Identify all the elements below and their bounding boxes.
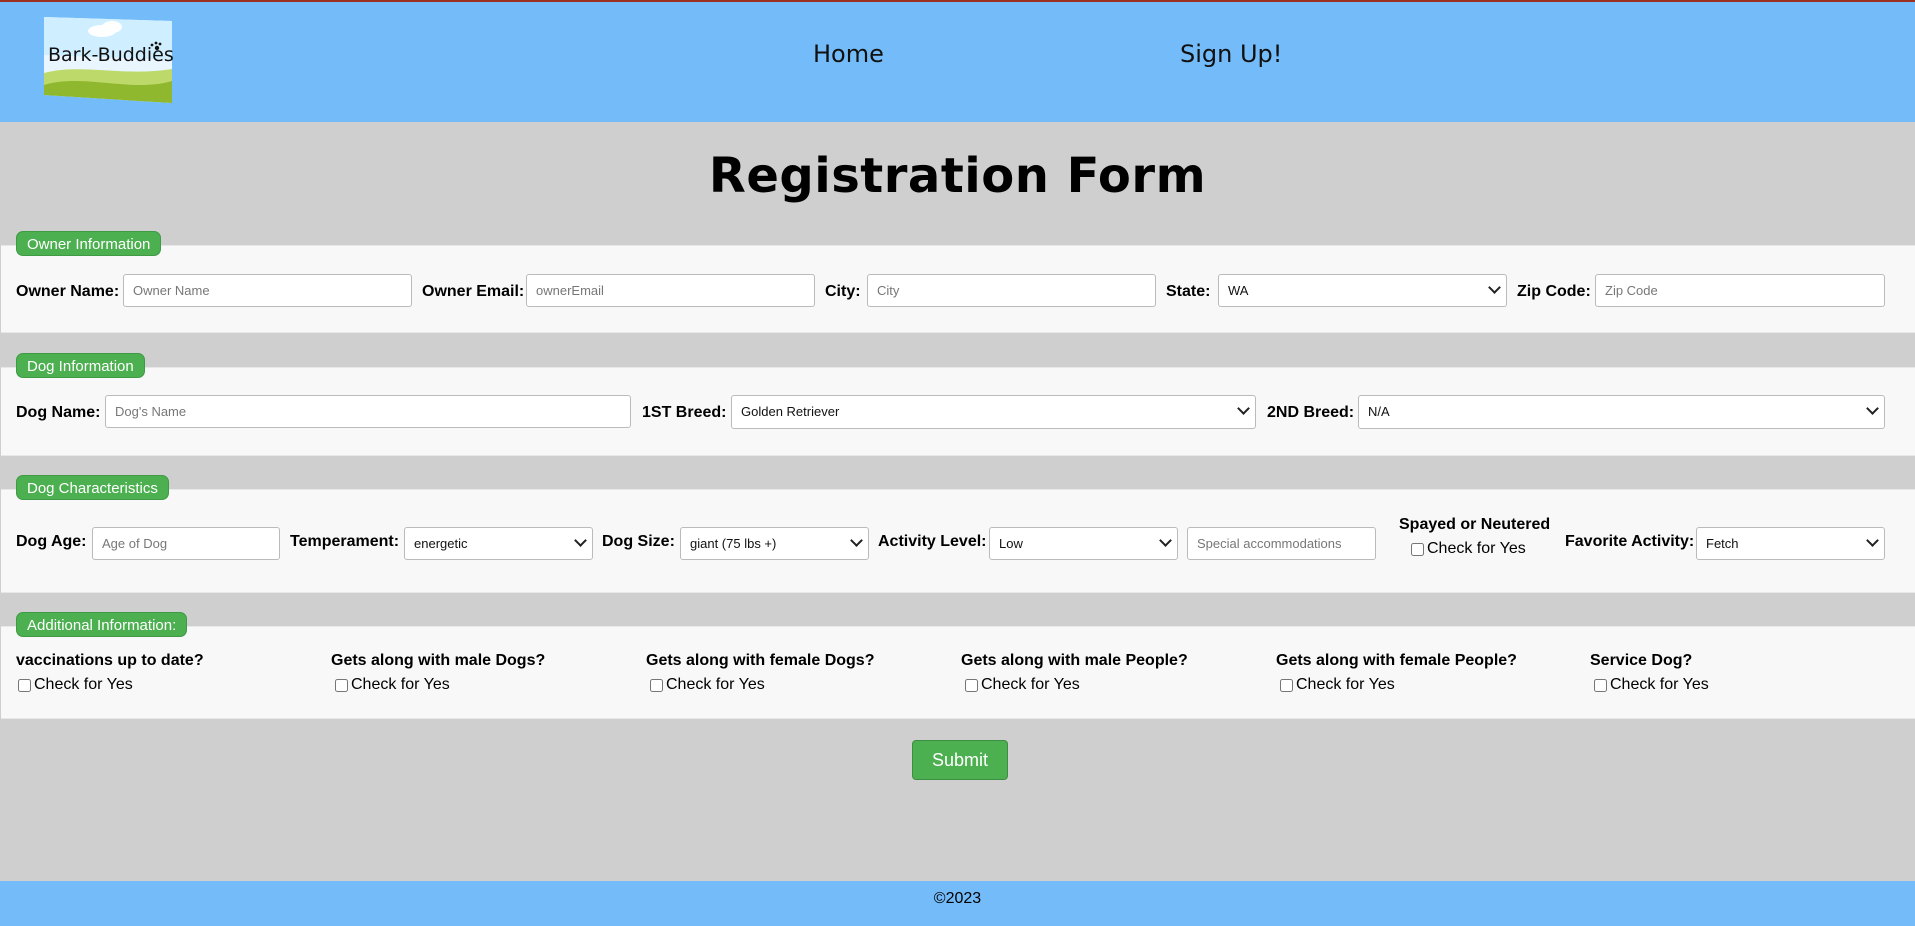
bark-buddies-logo[interactable]: Bark-Buddies	[42, 15, 174, 105]
additional-item: vaccinations up to date? Check for Yes	[16, 652, 204, 694]
dog-size-select[interactable]: giant (75 lbs +)	[680, 527, 869, 560]
copyright-text: ©2023	[933, 890, 982, 907]
activity-level-select-value[interactable]: Low	[989, 527, 1178, 560]
activity-level-select[interactable]: Low	[989, 527, 1178, 560]
service-dog-checkbox[interactable]	[1594, 678, 1607, 692]
additional-check-text: Check for Yes	[981, 676, 1080, 693]
site-footer: ©2023	[0, 881, 1915, 926]
favorite-activity-select-value[interactable]: Fetch	[1696, 527, 1885, 560]
favorite-activity-label: Favorite Activity:	[1565, 533, 1695, 550]
additional-check-text: Check for Yes	[1610, 676, 1709, 693]
favorite-activity-select[interactable]: Fetch	[1696, 527, 1885, 560]
additional-information-section: vaccinations up to date? Check for Yes G…	[1, 626, 1915, 719]
additional-question: Service Dog?	[1590, 652, 1693, 669]
temperament-label: Temperament:	[290, 533, 400, 550]
second-breed-label: 2ND Breed:	[1267, 404, 1355, 421]
temperament-select-value[interactable]: energetic	[404, 527, 593, 560]
nav-home-link[interactable]: Home	[813, 40, 884, 68]
additional-item: Gets along with male People? Check for Y…	[961, 652, 1188, 694]
state-label: State:	[1166, 283, 1211, 300]
city-label: City:	[825, 283, 861, 300]
spayed-neutered-checkbox[interactable]	[1411, 542, 1424, 556]
additional-question: Gets along with female Dogs?	[646, 652, 875, 669]
first-breed-select[interactable]: Golden Retriever	[731, 395, 1256, 429]
additional-item: Gets along with female People? Check for…	[1276, 652, 1517, 694]
additional-checkbox-row[interactable]: Check for Yes	[965, 676, 1188, 694]
dog-characteristics-section: Dog Age: Temperament: energetic Dog Size…	[1, 489, 1915, 593]
city-input[interactable]	[867, 274, 1156, 307]
additional-question: Gets along with male People?	[961, 652, 1188, 669]
temperament-select[interactable]: energetic	[404, 527, 593, 560]
spayed-neutered-label: Spayed or Neutered	[1399, 516, 1551, 533]
owner-name-label: Owner Name:	[16, 283, 120, 300]
additional-checkbox-row[interactable]: Check for Yes	[18, 676, 204, 694]
first-breed-label: 1ST Breed:	[642, 404, 727, 421]
owner-email-input[interactable]	[526, 274, 815, 307]
additional-item: Gets along with male Dogs? Check for Yes	[331, 652, 545, 694]
additional-checkbox-row[interactable]: Check for Yes	[1280, 676, 1517, 694]
female-dogs-checkbox[interactable]	[650, 678, 663, 692]
state-select-value[interactable]: WA	[1218, 274, 1507, 307]
activity-level-label: Activity Level:	[878, 533, 987, 550]
additional-check-text: Check for Yes	[351, 676, 450, 693]
male-dogs-checkbox[interactable]	[335, 678, 348, 692]
additional-question: Gets along with female People?	[1276, 652, 1517, 669]
second-breed-select-value[interactable]: N/A	[1358, 395, 1885, 429]
state-select[interactable]: WA	[1218, 274, 1507, 307]
male-people-checkbox[interactable]	[965, 678, 978, 692]
additional-question: Gets along with male Dogs?	[331, 652, 546, 669]
additional-item: Service Dog? Check for Yes	[1590, 652, 1709, 694]
zip-code-input[interactable]	[1595, 274, 1885, 307]
dog-size-select-value[interactable]: giant (75 lbs +)	[680, 527, 869, 560]
additional-checkbox-row[interactable]: Check for Yes	[650, 676, 874, 694]
special-accommodations-input[interactable]	[1187, 527, 1376, 560]
additional-check-text: Check for Yes	[1296, 676, 1395, 693]
additional-check-text: Check for Yes	[666, 676, 765, 693]
logo-text: Bark-Buddies	[48, 44, 174, 66]
submit-button[interactable]: Submit	[912, 740, 1008, 780]
owner-name-input[interactable]	[123, 274, 412, 307]
dog-age-label: Dog Age:	[16, 533, 87, 550]
dog-characteristics-legend: Dog Characteristics	[16, 475, 169, 500]
dog-name-label: Dog Name:	[16, 404, 101, 421]
owner-information-section: Owner Name: Owner Email: City: State: WA…	[1, 245, 1915, 333]
owner-email-label: Owner Email:	[422, 283, 525, 300]
nav-signup-link[interactable]: Sign Up!	[1180, 40, 1282, 68]
first-breed-select-value[interactable]: Golden Retriever	[731, 395, 1256, 429]
dog-information-section: Dog Name: 1ST Breed: Golden Retriever 2N…	[1, 367, 1915, 456]
dog-size-label: Dog Size:	[602, 533, 675, 550]
spayed-neutered-checkbox-row[interactable]: Check for Yes	[1411, 540, 1526, 558]
dog-information-legend: Dog Information	[16, 353, 145, 378]
additional-check-text: Check for Yes	[34, 676, 133, 693]
dog-name-input[interactable]	[105, 395, 631, 428]
vaccinations-checkbox[interactable]	[18, 678, 31, 692]
dog-age-input[interactable]	[92, 527, 280, 560]
additional-information-legend: Additional Information:	[16, 612, 188, 637]
additional-checkbox-row[interactable]: Check for Yes	[1594, 676, 1709, 694]
additional-checkbox-row[interactable]: Check for Yes	[335, 676, 545, 694]
additional-question: vaccinations up to date?	[16, 652, 204, 669]
additional-item: Gets along with female Dogs? Check for Y…	[646, 652, 874, 694]
spayed-neutered-check-text: Check for Yes	[1427, 540, 1526, 557]
site-header: Bark-Buddies Home Sign Up!	[0, 2, 1915, 122]
female-people-checkbox[interactable]	[1280, 678, 1293, 692]
second-breed-select[interactable]: N/A	[1358, 395, 1885, 429]
page-title: Registration Form	[708, 148, 1207, 204]
owner-information-legend: Owner Information	[16, 231, 162, 256]
zip-code-label: Zip Code:	[1517, 283, 1591, 300]
